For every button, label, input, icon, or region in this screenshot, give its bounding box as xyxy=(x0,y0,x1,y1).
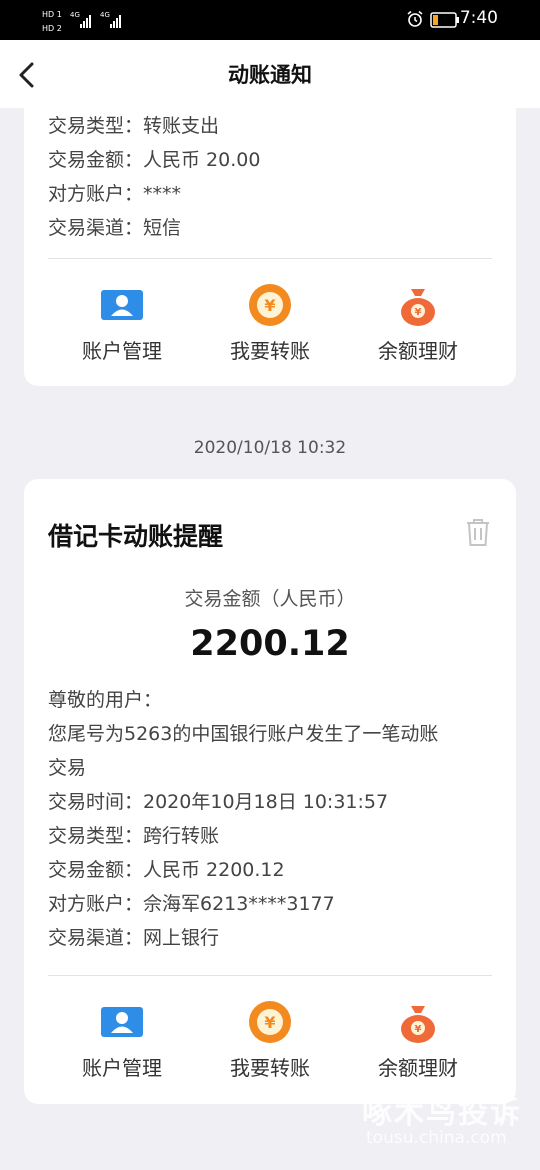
divider xyxy=(48,258,492,259)
yuan-coin-icon: ¥ xyxy=(249,284,291,326)
money-bag-icon: ¥ xyxy=(401,289,435,326)
action-label: 余额理财 xyxy=(378,339,458,363)
transfer-button[interactable]: ¥ 我要转账 xyxy=(196,283,344,383)
divider xyxy=(48,975,492,976)
transaction-channel: 交易渠道：短信 xyxy=(48,217,182,239)
card-title: 借记卡动账提醒 xyxy=(48,522,224,551)
watermark-logo: 啄木鸟投诉 xyxy=(362,1096,522,1131)
svg-text:4G: 4G xyxy=(100,11,110,19)
action-label: 账户管理 xyxy=(82,339,162,363)
transaction-amount: 交易金额：人民币 2200.12 xyxy=(48,859,285,881)
transaction-time: 交易时间：2020年10月18日 10:31:57 xyxy=(48,791,389,813)
counterparty-account: 对方账户：**** xyxy=(48,183,182,205)
account-card-icon xyxy=(101,1007,143,1037)
page-title: 动账通知 xyxy=(228,63,312,87)
message-timestamp: 2020/10/18 10:32 xyxy=(193,438,347,458)
amount-value: 2200.12 xyxy=(190,624,350,664)
svg-text:¥: ¥ xyxy=(264,296,275,315)
action-label: 我要转账 xyxy=(230,1056,310,1080)
action-label: 我要转账 xyxy=(230,339,310,363)
svg-text:HD 1: HD 1 xyxy=(42,10,62,19)
amount-label: 交易金额（人民币） xyxy=(184,588,356,610)
greeting: 尊敬的用户： xyxy=(48,689,163,711)
quick-actions: 账户管理 ¥ 我要转账 ¥ 余额理财 xyxy=(24,283,516,383)
notification-card: 借记卡动账提醒 交易金额（人民币） 2200.12 尊敬的用户： 您尾号为526… xyxy=(24,479,516,1104)
yuan-coin-icon: ¥ xyxy=(249,1001,291,1043)
battery-icon xyxy=(430,12,459,28)
svg-text:¥: ¥ xyxy=(264,1013,275,1032)
quick-actions: 账户管理 ¥ 我要转账 ¥ 余额理财 xyxy=(24,1000,516,1100)
action-label: 余额理财 xyxy=(378,1056,458,1080)
transaction-type: 交易类型：转账支出 xyxy=(48,115,220,137)
alarm-icon xyxy=(407,10,423,27)
watermark-url: tousu.china.com xyxy=(366,1128,507,1148)
svg-text:4G: 4G xyxy=(70,11,80,19)
wealth-management-button[interactable]: ¥ 余额理财 xyxy=(344,1000,492,1100)
account-card-icon xyxy=(101,290,143,320)
account-management-button[interactable]: 账户管理 xyxy=(48,1000,196,1100)
notification-list[interactable]: 交易类型：转账支出 交易金额：人民币 20.00 对方账户：**** 交易渠道：… xyxy=(0,108,540,1170)
svg-text:¥: ¥ xyxy=(415,1024,422,1035)
transaction-channel: 交易渠道：网上银行 xyxy=(48,927,220,949)
account-management-button[interactable]: 账户管理 xyxy=(48,283,196,383)
wealth-management-button[interactable]: ¥ 余额理财 xyxy=(344,283,492,383)
counterparty-account: 对方账户：佘海军6213****3177 xyxy=(48,893,335,915)
svg-text:HD 2: HD 2 xyxy=(42,24,62,33)
nav-bar: 动账通知 xyxy=(0,40,540,108)
status-time: 7:40 xyxy=(459,8,498,28)
trash-icon[interactable] xyxy=(464,517,492,547)
message-body: 您尾号为5263的中国银行账户发生了一笔动账 xyxy=(48,723,439,745)
status-bar: HD 1 HD 2 4G 4G 7:40 xyxy=(0,0,540,40)
transaction-amount: 交易金额：人民币 20.00 xyxy=(48,149,261,171)
transaction-type: 交易类型：跨行转账 xyxy=(48,825,220,847)
svg-text:¥: ¥ xyxy=(415,307,422,318)
signal-icon: HD 1 HD 2 4G 4G xyxy=(42,10,121,33)
message-body-cont: 交易 xyxy=(48,757,87,779)
transfer-button[interactable]: ¥ 我要转账 xyxy=(196,1000,344,1100)
action-label: 账户管理 xyxy=(82,1056,162,1080)
money-bag-icon: ¥ xyxy=(401,1006,435,1043)
notification-card: 交易类型：转账支出 交易金额：人民币 20.00 对方账户：**** 交易渠道：… xyxy=(24,108,516,386)
